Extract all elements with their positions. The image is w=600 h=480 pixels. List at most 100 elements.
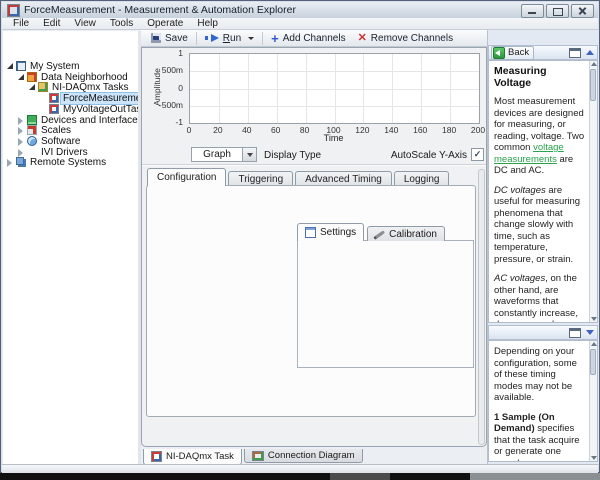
expand-arrow-icon[interactable]	[18, 138, 23, 146]
gridline	[190, 106, 479, 107]
tree-item-label: MyVoltageOutTask	[63, 104, 146, 115]
tab-advanced-timing[interactable]: Advanced Timing	[295, 171, 392, 186]
help-header: Back	[488, 45, 598, 60]
display-type-label: Display Type	[264, 150, 321, 161]
scroll-down-icon[interactable]	[591, 317, 597, 321]
data-neighborhood-icon	[27, 72, 37, 82]
y-tick-label: 500m	[162, 65, 183, 75]
maximize-icon	[553, 8, 563, 16]
connection-diagram-icon	[252, 451, 264, 461]
tree-item-myvoltageouttask[interactable]: MyVoltageOutTask	[3, 104, 138, 115]
my-system-icon	[16, 61, 26, 71]
expand-arrow-icon[interactable]	[18, 117, 23, 125]
y-axis-label: Amplitude	[152, 57, 162, 117]
menu-file[interactable]: File	[6, 18, 36, 30]
daqmx-task-icon	[151, 451, 162, 462]
main-scrollbar[interactable]	[478, 169, 485, 445]
section-divider	[142, 164, 486, 165]
settings-icon	[305, 227, 316, 238]
daqmx-task-icon	[49, 93, 59, 103]
remote-systems-icon	[16, 157, 24, 165]
back-button[interactable]: Back	[491, 46, 534, 60]
minimize-icon	[528, 12, 536, 14]
title-bar[interactable]: ForceMeasurement - Measurement & Automat…	[2, 2, 598, 18]
gridline	[190, 89, 479, 90]
waveform-graph	[189, 53, 480, 124]
tab-settings[interactable]: Settings	[297, 223, 364, 241]
menu-help[interactable]: Help	[190, 18, 225, 30]
collapse-arrow-icon[interactable]	[18, 74, 24, 80]
add-channels-button[interactable]: + Add Channels	[265, 31, 351, 46]
run-button[interactable]: Run	[199, 31, 260, 46]
taskbar-artifact	[330, 473, 390, 480]
tab-configuration[interactable]: Configuration	[147, 168, 226, 186]
collapse-arrow-icon[interactable]	[7, 63, 13, 69]
tab-logging[interactable]: Logging	[394, 171, 450, 186]
remove-channels-button[interactable]: ✕ Remove Channels	[352, 31, 459, 46]
undock-help-icon[interactable]	[569, 48, 581, 58]
maximize-button[interactable]	[546, 4, 569, 18]
run-dropdown-caret-icon[interactable]	[248, 37, 254, 40]
tree-item-label: My System	[30, 61, 79, 72]
tree-item-label: Remote Systems	[30, 157, 106, 168]
help-scrollbar[interactable]	[589, 61, 597, 322]
close-button[interactable]	[571, 4, 594, 18]
scroll-up-icon[interactable]	[591, 342, 597, 346]
scroll-thumb[interactable]	[590, 349, 596, 375]
tab-connection-diagram[interactable]: Connection Diagram	[244, 449, 363, 463]
help-scrollbar[interactable]	[589, 341, 597, 461]
ivi-drivers-icon	[27, 147, 37, 157]
tab-triggering[interactable]: Triggering	[228, 171, 293, 186]
menu-view[interactable]: View	[67, 18, 103, 30]
screen: ForceMeasurement - Measurement & Automat…	[0, 0, 600, 480]
tree-item-forcemeasurement[interactable]: ForceMeasurement	[3, 93, 138, 104]
menu-tools[interactable]: Tools	[103, 18, 140, 30]
minimize-button[interactable]	[521, 4, 544, 18]
expand-arrow-icon[interactable]	[7, 159, 12, 167]
window-title: ForceMeasurement - Measurement & Automat…	[24, 4, 296, 16]
scroll-down-icon[interactable]	[591, 456, 597, 460]
expand-arrow-icon[interactable]	[18, 127, 23, 135]
help-paragraph: Most measurement devices are designed fo…	[494, 96, 586, 177]
taskbar-artifact	[470, 473, 600, 480]
tree-item-remote-systems[interactable]: Remote Systems	[3, 157, 138, 168]
help-title: Measuring Voltage	[494, 66, 586, 89]
expand-arrow-icon[interactable]	[18, 149, 23, 157]
y-tick-label: -500m	[159, 100, 183, 110]
autoscale-checkbox[interactable]: ✓	[471, 148, 484, 161]
status-bar	[2, 464, 598, 473]
menu-operate[interactable]: Operate	[140, 18, 190, 30]
menu-bar: FileEditViewToolsOperateHelp	[2, 18, 598, 30]
display-type-dropdown[interactable]: Graph	[191, 147, 257, 162]
software-icon	[27, 136, 37, 146]
help-paragraph: 1 Sample (On Demand) specifies that the …	[494, 412, 586, 463]
back-arrow-icon	[493, 47, 505, 59]
help-paragraph: Depending on your configuration, some of…	[494, 346, 586, 404]
y-tick-label: 0	[178, 83, 183, 93]
collapse-help-icon[interactable]	[586, 50, 594, 55]
undock-help-icon[interactable]	[569, 328, 581, 338]
collapse-arrow-icon[interactable]	[29, 84, 35, 90]
bottom-tab-bar: NI-DAQmx Task Connection Diagram	[143, 449, 363, 465]
tree-item-label: Software	[41, 136, 80, 147]
scroll-up-icon[interactable]	[591, 62, 597, 66]
tree-item-scales[interactable]: Scales	[3, 125, 138, 136]
config-tab-bar: Configuration Triggering Advanced Timing…	[147, 169, 449, 186]
scales-icon	[27, 125, 37, 135]
scroll-thumb[interactable]	[590, 69, 596, 101]
devices-icon	[27, 115, 37, 125]
help-content-pane: Measuring Voltage Most measurement devic…	[488, 60, 598, 323]
toolbar-separator	[196, 32, 197, 45]
help-paragraph: DC voltages are useful for measuring phe…	[494, 185, 586, 266]
save-button[interactable]: Save	[145, 31, 194, 46]
tree-item-my-system[interactable]: My System	[3, 61, 138, 72]
tab-calibration[interactable]: Calibration	[367, 226, 445, 241]
tree-item-label: Scales	[41, 125, 71, 136]
calibration-icon	[375, 230, 385, 238]
tree-item-software[interactable]: Software	[3, 136, 138, 147]
y-tick-label: 1	[178, 48, 183, 58]
menu-edit[interactable]: Edit	[36, 18, 67, 30]
expand-help-icon[interactable]	[586, 330, 594, 335]
tab-nidaqmx-task[interactable]: NI-DAQmx Task	[143, 449, 242, 465]
dropdown-arrow-icon[interactable]	[242, 148, 256, 161]
